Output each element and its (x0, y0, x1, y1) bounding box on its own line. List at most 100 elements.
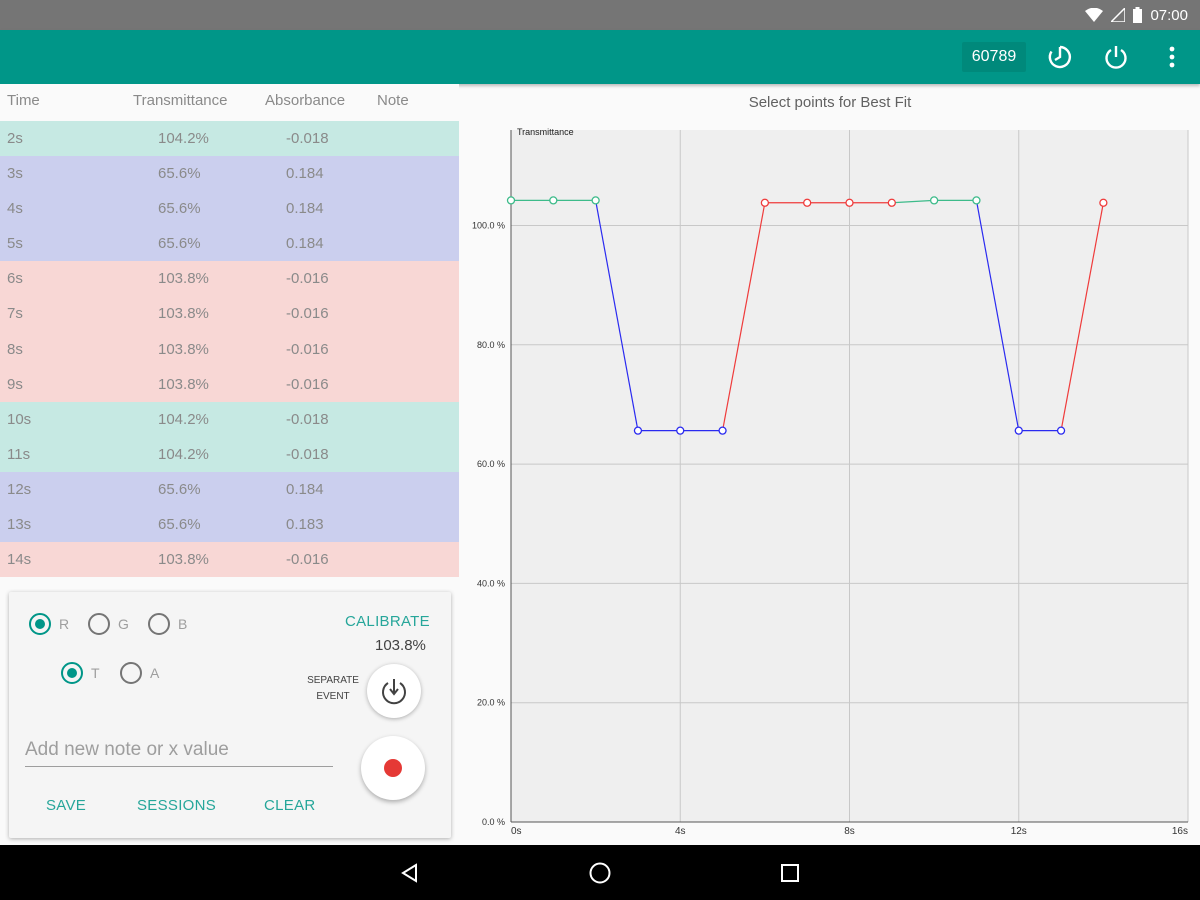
clear-button[interactable]: CLEAR (264, 797, 316, 814)
power-icon (1105, 46, 1127, 69)
radio-t[interactable] (61, 662, 83, 684)
cell-time: 2s (7, 130, 23, 147)
header-time: Time (7, 92, 40, 109)
x-tick-label: 16s (1172, 826, 1188, 837)
cell-transmittance: 104.2% (158, 410, 209, 428)
header-note: Note (377, 92, 409, 109)
cell-time: 10s (7, 410, 32, 428)
data-point (1014, 426, 1023, 435)
cell-transmittance: 103.8% (158, 375, 209, 393)
y-axis-title: Transmittance (517, 127, 574, 137)
back-button[interactable] (394, 857, 426, 889)
timer-button[interactable] (1044, 41, 1076, 73)
table-row[interactable]: 3s 65.6% 0.184 (0, 156, 459, 192)
cell-transmittance: 104.2% (158, 445, 209, 463)
data-point (1056, 426, 1066, 435)
table-row[interactable]: 5s 65.6% 0.184 (0, 226, 459, 262)
cell-absorbance: -0.018 (286, 445, 329, 463)
radio-b[interactable] (148, 613, 170, 635)
radio-g[interactable] (88, 613, 110, 635)
y-tick-label: 100.0 % (472, 220, 505, 230)
recents-button[interactable] (774, 857, 806, 889)
data-point (676, 426, 685, 435)
cell-transmittance: 65.6% (158, 165, 201, 183)
cell-transmittance: 65.6% (158, 516, 201, 534)
table-row[interactable]: 2s 104.2% -0.018 (0, 121, 459, 157)
table-row[interactable]: 4s 65.6% 0.184 (0, 191, 459, 227)
cell-time: 12s (7, 480, 32, 498)
timer-icon (1048, 45, 1072, 69)
data-table: Time Transmittance Absorbance Note 2s 104… (0, 84, 459, 584)
data-point (887, 198, 896, 207)
cell-time: 14s (7, 551, 32, 569)
cell-transmittance: 65.6% (158, 200, 201, 218)
cell-transmittance: 103.8% (158, 305, 209, 323)
sessions-button[interactable]: SESSIONS (137, 797, 216, 814)
x-tick-label: 4s (675, 826, 686, 837)
table-row[interactable]: 12s 65.6% 0.184 (0, 471, 459, 508)
transmittance-chart[interactable]: 0.0 % 20.0 % 40.0 % 60.0 % 80.0 % 100.0 % 0s 4s… (460, 84, 1200, 844)
more-options-button[interactable] (1156, 41, 1188, 73)
table-row[interactable]: 10s 104.2% -0.018 (0, 401, 459, 437)
home-button[interactable] (584, 857, 616, 889)
data-point (760, 198, 770, 207)
device-id-badge[interactable]: 60789 (962, 42, 1026, 72)
data-point (718, 426, 727, 435)
nav-bar (0, 845, 1200, 900)
save-button[interactable]: SAVE (46, 797, 86, 814)
table-row[interactable]: 7s 103.8% -0.016 (0, 296, 459, 332)
cell-absorbance: 0.183 (286, 516, 324, 534)
note-input[interactable] (25, 736, 333, 767)
separate-event-icon (382, 679, 406, 705)
calibrate-value: 103.8% (375, 637, 426, 654)
cell-transmittance: 103.8% (158, 270, 209, 288)
radio-g-label: G (118, 616, 129, 632)
cell-time: 9s (7, 375, 23, 393)
y-tick-label: 40.0 % (477, 578, 505, 588)
cell-transmittance: 104.2% (158, 130, 209, 147)
data-point (591, 196, 600, 205)
calibrate-button[interactable]: CALIBRATE (345, 613, 430, 630)
x-tick-label: 8s (844, 826, 855, 837)
record-icon (384, 759, 402, 777)
battery-icon (1133, 7, 1143, 23)
x-tick-label: 0s (511, 826, 522, 837)
cell-absorbance: 0.184 (286, 480, 324, 498)
radio-a[interactable] (120, 662, 142, 684)
cell-transmittance: 65.6% (158, 480, 201, 498)
table-row[interactable]: 8s 103.8% -0.016 (0, 331, 459, 367)
x-tick-label: 12s (1011, 826, 1027, 837)
radio-r[interactable] (29, 613, 51, 635)
record-button[interactable] (361, 736, 425, 800)
cell-time: 3s (7, 165, 23, 183)
cell-absorbance: -0.016 (286, 375, 329, 393)
table-row[interactable]: 11s 104.2% -0.018 (0, 436, 459, 472)
table-row[interactable]: 9s 103.8% -0.016 (0, 366, 459, 402)
y-tick-label: 60.0 % (477, 459, 505, 469)
data-point (549, 196, 558, 205)
home-icon (589, 862, 611, 884)
cell-time: 7s (7, 305, 23, 323)
cell-absorbance: -0.018 (286, 410, 329, 428)
status-time: 07:00 (1150, 6, 1188, 24)
cell-absorbance: -0.016 (286, 340, 329, 358)
header-absorbance: Absorbance (265, 92, 346, 109)
radio-b-label: B (178, 616, 188, 632)
power-button[interactable] (1100, 41, 1132, 73)
app-bar: 60789 (0, 30, 1200, 84)
radio-r-label: R (59, 616, 70, 632)
separate-event-button[interactable] (367, 664, 421, 718)
separate-event-label: SEPARATE EVENT (307, 675, 359, 702)
table-row[interactable]: 14s 103.8% -0.016 (0, 542, 459, 578)
header-transmittance: Transmittance (133, 92, 228, 109)
cell-absorbance: 0.184 (286, 165, 324, 183)
table-row[interactable]: 13s 65.6% 0.183 (0, 507, 459, 543)
status-icons: 07:00 (1085, 0, 1188, 30)
data-point (633, 426, 643, 435)
table-row[interactable]: 6s 103.8% -0.016 (0, 261, 459, 297)
data-point (972, 196, 981, 205)
radio-a-label: A (150, 665, 160, 681)
y-tick-label: 0.0 % (482, 817, 505, 827)
cell-transmittance: 65.6% (158, 235, 201, 253)
data-point (929, 196, 939, 205)
